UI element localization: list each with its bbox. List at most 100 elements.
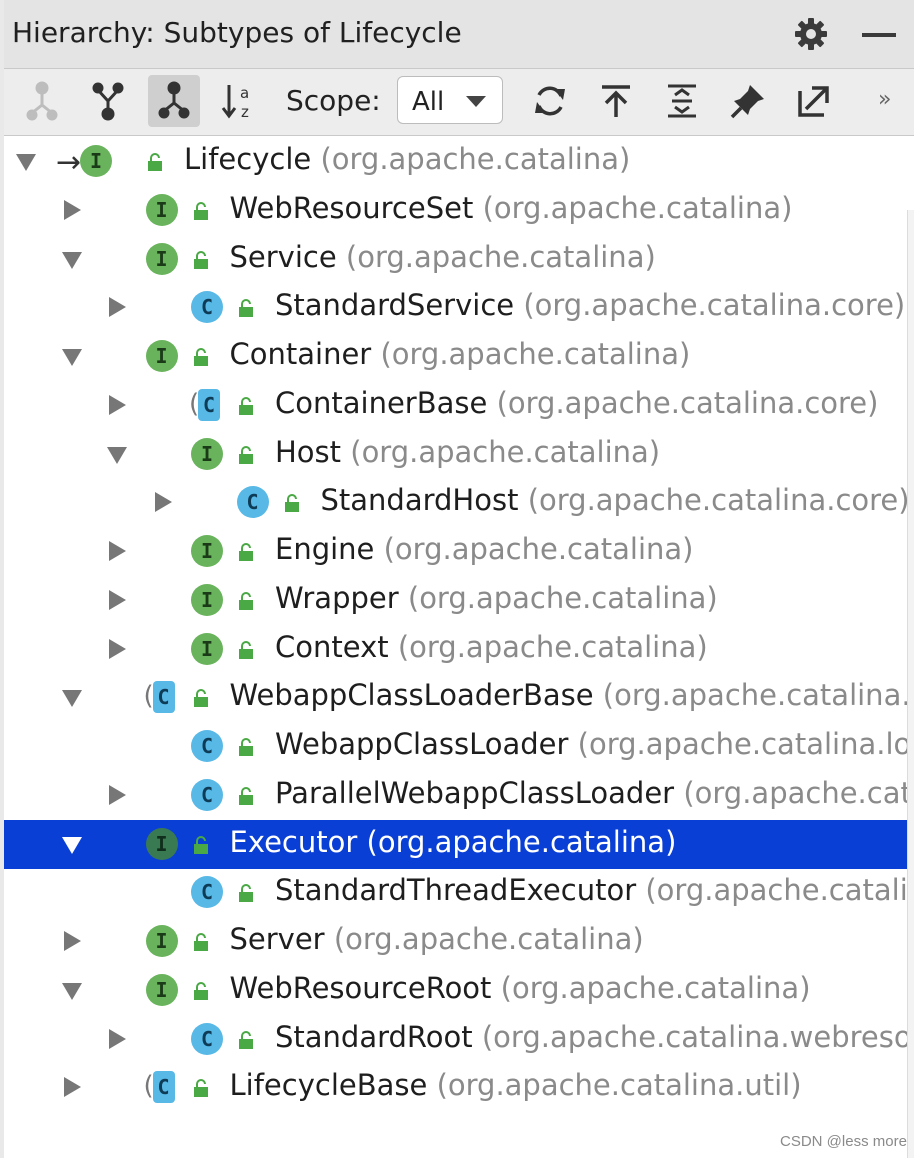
tree-row[interactable]: I Wrapper (org.apache.catalina) xyxy=(4,576,907,625)
base-class-arrow-icon: → xyxy=(56,145,82,180)
tree-node-label: LifecycleBase (org.apache.catalina.util) xyxy=(230,1068,802,1102)
package-name: (org.apache.catalina) xyxy=(482,190,793,225)
public-lock-icon xyxy=(193,1079,208,1098)
supertypes-icon[interactable] xyxy=(16,75,68,127)
tree-row[interactable]: I WebResourceSet (org.apache.catalina) xyxy=(4,186,907,235)
class-name: Service xyxy=(229,239,337,274)
tree-row[interactable]: → I Lifecycle (org.apache.catalina) xyxy=(4,137,907,186)
tree-row[interactable]: I Context (org.apache.catalina) xyxy=(4,625,907,674)
tree-row[interactable]: C WebappClassLoader (org.apache.catalina.… xyxy=(4,722,907,771)
class-hierarchy-icon[interactable] xyxy=(148,75,200,127)
expanded-arrow-icon[interactable] xyxy=(16,154,36,171)
public-lock-icon xyxy=(239,396,253,415)
public-lock-icon xyxy=(239,543,253,561)
tree-row[interactable]: C StandardRoot (org.apache.catalina.webre… xyxy=(4,1015,907,1064)
interface-icon: I xyxy=(145,973,178,1006)
package-name: (org.apache.catalina) xyxy=(320,142,631,176)
pin-icon[interactable] xyxy=(722,75,774,127)
interface-icon: I xyxy=(191,437,223,470)
package-name: (org.apache.catalina) xyxy=(345,239,656,274)
tree-node-label: Server (org.apache.catalina) xyxy=(230,922,644,956)
public-lock-icon xyxy=(239,640,253,659)
hierarchy-tree[interactable]: → I Lifecycle (org.apache.catalina) I WebRes… xyxy=(4,137,907,1158)
expand-all-icon[interactable] xyxy=(656,75,708,127)
tree-row[interactable]: I Server (org.apache.catalina) xyxy=(4,917,907,966)
expanded-arrow-icon[interactable] xyxy=(107,446,127,464)
public-lock-icon xyxy=(193,201,208,220)
class-icon: C xyxy=(191,1022,223,1055)
package-name: (org.apache.catalina.webresou xyxy=(481,1019,907,1054)
collapsed-arrow-icon[interactable] xyxy=(109,638,126,659)
collapsed-arrow-icon[interactable] xyxy=(63,931,81,951)
refresh-icon[interactable] xyxy=(524,75,576,127)
gear-icon[interactable] xyxy=(794,17,828,51)
subtypes-icon[interactable] xyxy=(82,75,134,127)
collapsed-arrow-icon[interactable] xyxy=(109,541,126,561)
tree-row[interactable]: C StandardHost (org.apache.catalina.core) xyxy=(4,478,907,527)
class-name: StandardRoot xyxy=(275,1019,473,1054)
tree-row[interactable]: I WebResourceRoot (org.apache.catalina) xyxy=(4,966,907,1015)
hierarchy-toolbar: a z Scope: All » xyxy=(4,69,914,136)
collapsed-arrow-icon[interactable] xyxy=(109,784,126,805)
package-name: (org.apache.catalina) xyxy=(333,922,644,956)
class-name: WebResourceSet xyxy=(229,190,474,225)
open-in-new-tab-icon[interactable] xyxy=(788,75,840,127)
tree-row[interactable]: C StandardService (org.apache.catalina.co… xyxy=(4,283,907,332)
tree-row[interactable]: I Service (org.apache.catalina) xyxy=(4,235,907,284)
scope-dropdown[interactable]: All xyxy=(397,76,503,124)
package-name: (org.apache.catalina.core) xyxy=(523,288,906,323)
class-name: WebResourceRoot xyxy=(229,970,492,1005)
collapsed-arrow-icon[interactable] xyxy=(109,1028,126,1049)
minimize-icon[interactable] xyxy=(862,33,896,37)
class-name: Wrapper xyxy=(275,580,399,615)
collapsed-arrow-icon[interactable] xyxy=(154,492,172,513)
class-name: WebappClassLoaderBase xyxy=(229,678,594,713)
more-actions-icon[interactable]: » xyxy=(878,87,891,112)
tree-row[interactable]: C ParallelWebappClassLoader (org.apache.c… xyxy=(4,771,907,820)
public-lock-icon xyxy=(239,445,253,464)
class-name: WebappClassLoader xyxy=(275,727,569,761)
public-lock-icon xyxy=(239,738,253,756)
package-name: (org.apache.catalina.core) xyxy=(527,483,907,518)
tree-node-label: Container (org.apache.catalina) xyxy=(230,337,691,371)
sort-az-icon[interactable]: a z xyxy=(214,75,266,127)
expanded-arrow-icon[interactable] xyxy=(61,982,82,1000)
package-name: (org.apache.catalina) xyxy=(380,337,691,371)
class-icon: C xyxy=(191,778,223,811)
tree-row[interactable]: I Host (org.apache.catalina) xyxy=(4,430,907,479)
export-to-text-icon[interactable] xyxy=(590,75,642,127)
class-name: ParallelWebappClassLoader xyxy=(275,775,675,810)
interface-icon: I xyxy=(191,583,223,616)
collapsed-arrow-icon[interactable] xyxy=(109,589,126,610)
expanded-arrow-icon[interactable] xyxy=(61,836,82,854)
expanded-arrow-icon[interactable] xyxy=(61,690,82,708)
tree-row[interactable]: (C WebappClassLoaderBase (org.apache.cata… xyxy=(4,673,907,722)
tree-row[interactable]: I Engine (org.apache.catalina) xyxy=(4,527,907,576)
expanded-arrow-icon[interactable] xyxy=(61,349,82,366)
interface-icon: I xyxy=(191,535,223,567)
interface-icon: I xyxy=(145,193,178,226)
expanded-arrow-icon[interactable] xyxy=(61,251,82,269)
tree-row[interactable]: C StandardThreadExecutor (org.apache.cata… xyxy=(4,868,907,917)
public-lock-icon xyxy=(239,884,253,903)
package-name: (org.apache.catalina) xyxy=(366,824,677,859)
collapsed-arrow-icon[interactable] xyxy=(109,394,126,415)
scrollbar-track[interactable] xyxy=(907,210,914,1158)
tree-row[interactable]: I Container (org.apache.catalina) xyxy=(4,332,907,381)
tree-node-label: Engine (org.apache.catalina) xyxy=(275,532,693,566)
collapsed-arrow-icon[interactable] xyxy=(63,199,81,220)
interface-icon: I xyxy=(145,242,178,275)
public-lock-icon xyxy=(239,591,253,610)
interface-icon: I xyxy=(145,340,178,372)
tree-row[interactable]: I Executor (org.apache.catalina) xyxy=(4,819,907,869)
public-lock-icon xyxy=(193,835,208,854)
tree-node-label: Executor (org.apache.catalina) xyxy=(230,825,677,859)
tree-node-label: ContainerBase (org.apache.catalina.core) xyxy=(275,386,878,420)
collapsed-arrow-icon[interactable] xyxy=(63,1077,81,1098)
tree-node-label: ParallelWebappClassLoader (org.apache.ca… xyxy=(275,776,907,810)
class-name: Lifecycle xyxy=(184,142,312,176)
class-name: StandardService xyxy=(275,288,515,323)
collapsed-arrow-icon[interactable] xyxy=(109,297,126,318)
tree-row[interactable]: (C ContainerBase (org.apache.catalina.cor… xyxy=(4,381,907,430)
tree-row[interactable]: (C LifecycleBase (org.apache.catalina.uti… xyxy=(4,1063,907,1112)
